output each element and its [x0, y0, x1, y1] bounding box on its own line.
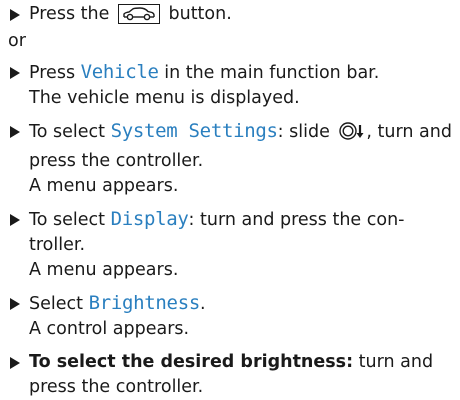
step-arrow-icon — [10, 9, 20, 21]
controller-slide-down-icon — [339, 121, 365, 149]
step-bold-text: To select the desired brightness: — [29, 352, 354, 372]
step-result: A control appears. — [29, 319, 190, 339]
vehicle-button-icon — [117, 4, 160, 24]
step-arrow-icon — [10, 126, 20, 138]
step-text: . — [199, 294, 206, 314]
step-result: The vehicle menu is displayed. — [29, 88, 300, 108]
menu-term-vehicle: Vehicle — [80, 61, 159, 83]
or-separator: or — [8, 31, 26, 51]
step-result: A menu appears. — [29, 176, 179, 196]
step-select-brightness: Select Brightness. A control appears. — [8, 291, 453, 342]
step-text: Select — [29, 294, 83, 314]
step-text: button. — [168, 4, 232, 24]
step-press-vehicle-button: Press the button. — [8, 2, 453, 27]
step-select-system-settings: To select System Settings: slide , turn … — [8, 119, 453, 199]
step-arrow-icon — [10, 214, 20, 226]
step-select-desired-brightness: To select the desired brightness: turn a… — [8, 350, 453, 400]
menu-term-system-settings: System Settings — [110, 120, 278, 142]
step-arrow-icon — [10, 357, 20, 369]
step-text: : slide — [277, 122, 330, 142]
step-press-vehicle-menu: Press Vehicle in the main function bar. … — [8, 60, 453, 111]
step-arrow-icon — [10, 298, 20, 310]
menu-term-brightness: Brightness — [88, 292, 201, 314]
step-text: To select — [29, 210, 105, 230]
step-text: Press — [29, 63, 76, 83]
step-select-display: To select Display: turn and press the co… — [8, 207, 453, 283]
instruction-page: Press the button. or Press Vehicle in th… — [8, 2, 453, 400]
step-text: To select — [29, 122, 105, 142]
step-text: Press the — [29, 4, 110, 24]
menu-term-display: Display — [110, 208, 189, 230]
step-arrow-icon — [10, 67, 20, 79]
step-result: A menu appears. — [29, 260, 179, 280]
step-text: in the main function bar. — [164, 63, 380, 83]
